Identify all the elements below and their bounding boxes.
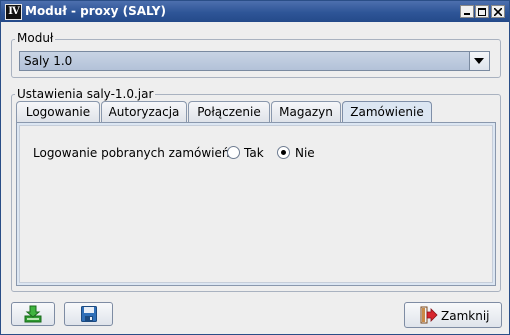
close-icon	[494, 8, 502, 16]
order-logging-label: Logowanie pobranych zamówień	[33, 146, 230, 160]
close-window-button[interactable]	[491, 5, 505, 18]
close-button-label: Zamknij	[441, 309, 490, 323]
exit-door-icon	[420, 306, 438, 324]
radio-nie[interactable]	[277, 146, 290, 159]
settings-group-label: Ustawienia saly-1.0.jar	[15, 87, 156, 101]
radio-nie-label[interactable]: Nie	[295, 146, 315, 160]
minimize-button[interactable]	[460, 5, 474, 18]
app-logo-icon: IV	[5, 4, 22, 20]
tab-polaczenie[interactable]: Połączenie	[188, 101, 270, 122]
tab-logowanie[interactable]: Logowanie	[16, 101, 100, 122]
tab-zamowienie[interactable]: Zamówienie	[342, 101, 432, 123]
close-button[interactable]: Zamknij	[404, 302, 502, 328]
tab-magazyn[interactable]: Magazyn	[271, 101, 341, 122]
tab-autoryzacja[interactable]: Autoryzacja	[101, 101, 187, 122]
module-window: IV Moduł - proxy (SALY) Moduł Saly 1.0 U…	[0, 0, 510, 335]
module-select-value: Saly 1.0	[24, 54, 73, 68]
title-bar[interactable]: IV Moduł - proxy (SALY)	[1, 1, 509, 22]
module-select[interactable]: Saly 1.0	[19, 51, 490, 71]
radio-tak[interactable]	[227, 146, 240, 159]
import-button[interactable]	[11, 302, 55, 326]
maximize-button[interactable]	[475, 5, 489, 18]
window-title: Moduł - proxy (SALY)	[25, 4, 166, 18]
module-group-label: Moduł	[15, 31, 56, 45]
floppy-disk-icon	[81, 306, 97, 322]
chevron-down-icon[interactable]	[469, 52, 489, 70]
radio-tak-label[interactable]: Tak	[244, 146, 264, 160]
download-icon	[24, 305, 42, 323]
save-button[interactable]	[64, 302, 113, 326]
